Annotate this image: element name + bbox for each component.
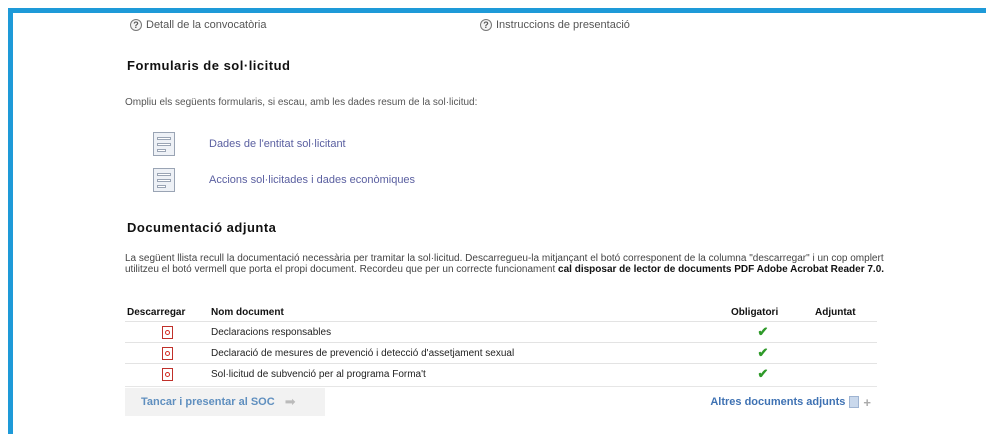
table-header-row: Descarregar Nom document Obligatori Adju… <box>125 303 877 322</box>
document-name: Declaració de mesures de prevenció i det… <box>209 342 729 364</box>
col-adjuntat: Adjuntat <box>815 306 856 318</box>
adjuntat-cell <box>813 321 877 343</box>
col-obligatori: Obligatori <box>731 306 779 318</box>
altres-documents-label: Altres documents adjunts <box>710 396 846 408</box>
help-icon: ? <box>130 19 142 31</box>
instruccions-presentacio-link[interactable]: ? Instruccions de presentació <box>480 19 630 31</box>
documentacio-text-bold: cal disposar de lector de documents PDF … <box>558 264 885 275</box>
documentacio-text: La següent llista recull la documentació… <box>125 253 885 275</box>
altres-documents-button[interactable]: Altres documents adjunts + <box>710 388 871 416</box>
instruccions-presentacio-label: Instruccions de presentació <box>496 19 630 31</box>
table-row: Declaracions responsables ✔ <box>125 321 877 343</box>
col-nom-document: Nom document <box>211 306 284 318</box>
frame-left-border <box>8 8 13 434</box>
tancar-presentar-button[interactable]: Tancar i presentar al SOC ➡ <box>125 388 325 416</box>
form-icon <box>153 168 175 192</box>
document-icon <box>849 396 860 408</box>
detall-convocatoria-link[interactable]: ? Detall de la convocatòria <box>130 19 266 31</box>
check-icon: ✔ <box>757 324 769 339</box>
table-row: Sol·licitud de subvenció per al programa… <box>125 363 877 384</box>
dades-entitat-link[interactable]: Dades de l'entitat sol·licitant <box>209 138 346 150</box>
pdf-download-icon[interactable] <box>161 325 173 339</box>
top-links: ? Detall de la convocatòria ? Instruccio… <box>130 19 830 35</box>
form-item-dades-entitat[interactable]: Dades de l'entitat sol·licitant <box>153 132 346 156</box>
download-cell <box>125 321 209 343</box>
arrow-right-icon: ➡ <box>284 394 296 409</box>
detall-convocatoria-label: Detall de la convocatòria <box>146 19 267 31</box>
pdf-download-icon[interactable] <box>161 367 173 381</box>
check-icon: ✔ <box>757 345 769 360</box>
check-icon: ✔ <box>757 366 769 381</box>
tancar-presentar-label: Tancar i presentar al SOC <box>141 396 275 408</box>
actions-bar: Tancar i presentar al SOC ➡ Altres docum… <box>125 386 877 419</box>
obligatori-cell: ✔ <box>729 321 813 343</box>
formularis-title: Formularis de sol·licitud <box>127 58 291 73</box>
adjuntat-cell <box>813 363 877 384</box>
col-descarregar: Descarregar <box>127 306 186 318</box>
documentacio-title: Documentació adjunta <box>127 220 277 235</box>
form-item-accions[interactable]: Accions sol·licitades i dades econòmique… <box>153 168 415 192</box>
formularis-intro: Ompliu els següents formularis, si escau… <box>125 97 478 108</box>
table-row: Declaració de mesures de prevenció i det… <box>125 342 877 364</box>
plus-icon: + <box>863 394 871 410</box>
obligatori-cell: ✔ <box>729 342 813 364</box>
download-cell <box>125 363 209 384</box>
document-name: Sol·licitud de subvenció per al programa… <box>209 363 729 384</box>
help-icon: ? <box>480 19 492 31</box>
pdf-download-icon[interactable] <box>161 346 173 360</box>
adjuntat-cell <box>813 342 877 364</box>
download-cell <box>125 342 209 364</box>
obligatori-cell: ✔ <box>729 363 813 384</box>
form-icon <box>153 132 175 156</box>
frame-top-border <box>8 8 986 13</box>
accions-link[interactable]: Accions sol·licitades i dades econòmique… <box>209 174 415 186</box>
documents-table: Descarregar Nom document Obligatori Adju… <box>125 303 877 384</box>
document-name: Declaracions responsables <box>209 321 729 343</box>
